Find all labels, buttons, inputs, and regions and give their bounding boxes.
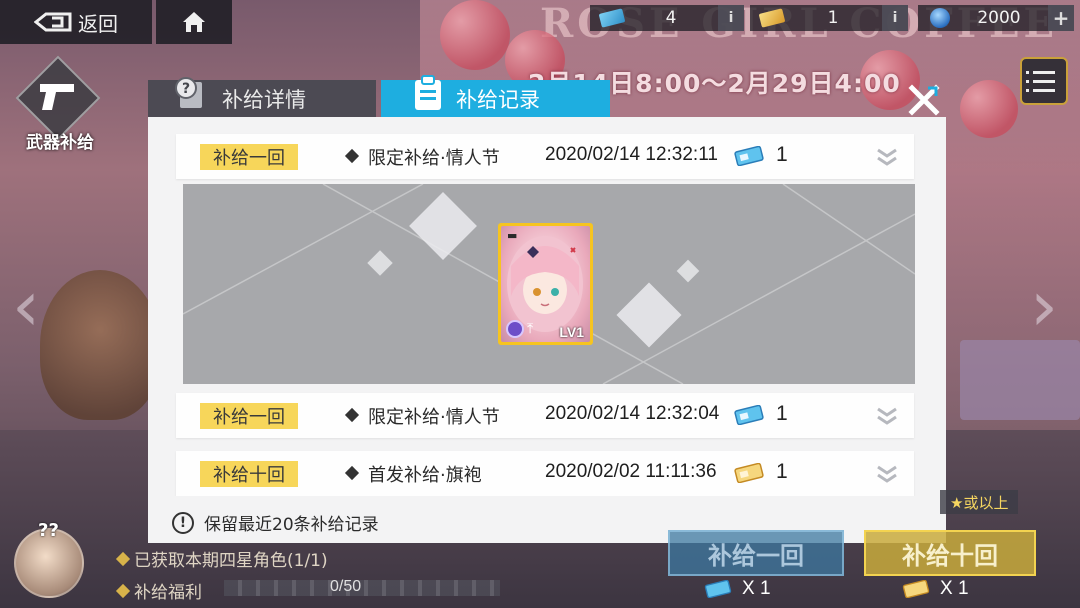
character-portrait: ▬ ⤒ LV1 (501, 226, 590, 342)
pull-ten-cost-text: X 1 (940, 578, 969, 599)
clipboard-icon (415, 75, 441, 110)
gold-ticket-icon (758, 8, 786, 28)
pull-one-cost: X 1 (704, 578, 771, 600)
collapse-chevron-icon[interactable] (876, 146, 898, 168)
pistol-icon (40, 84, 74, 110)
diamond-bullet-icon (344, 465, 360, 481)
resource-crystal: 2000 + (918, 5, 1074, 31)
welfare-progress-text: 0/50 (330, 578, 362, 595)
tab-supply-records-label: 补给记录 (456, 87, 540, 112)
diamond-bullet-icon (344, 407, 360, 423)
welfare-progress-bar (224, 580, 500, 596)
vendor-cart (960, 340, 1080, 420)
reward-character-card[interactable]: ▬ ⤒ LV1 (498, 223, 593, 345)
back-arrow-icon (34, 12, 72, 32)
svg-text:?: ? (182, 81, 190, 97)
resource-blue-ticket: 4 i (590, 5, 744, 31)
blue-ticket-icon (734, 146, 764, 166)
menu-list-icon[interactable] (1020, 57, 1068, 105)
record-pull-badge: 补给十回 (200, 461, 298, 487)
home-icon (183, 12, 205, 32)
back-button[interactable]: 返回 (0, 0, 152, 44)
question-marks-icon: ?? (38, 520, 59, 541)
blue-ticket-icon (598, 8, 626, 28)
diamond-bullet-icon (344, 148, 360, 164)
gold-ticket-icon (734, 463, 764, 483)
pull-one-cost-text: X 1 (742, 578, 771, 599)
weapon-type-icon: ▬ (507, 229, 518, 242)
hud-welfare-line[interactable]: 补给福利 (115, 578, 202, 603)
character-level: LV1 (559, 324, 584, 340)
diamond-bullet-icon (115, 551, 131, 566)
record-pool-type: 限定补给·情人节 (368, 148, 500, 169)
menu-line (1026, 88, 1055, 92)
blue-ticket-info-button[interactable]: i (718, 5, 744, 31)
record-timestamp: 2020/02/02 11:11:36 (545, 461, 717, 482)
record-pull-badge: 补给一回 (200, 144, 298, 170)
prev-arrow-icon[interactable]: ‹ (12, 265, 40, 347)
hud-obtained-line: 已获取本期四星角色(1/1) (115, 546, 328, 571)
menu-line (1026, 79, 1055, 83)
weapon-supply-label: 武器补给 (26, 133, 94, 153)
tab-supply-details-label: 补给详情 (222, 87, 306, 112)
heart-balloon (960, 80, 1018, 138)
gold-ticket-count: 1 (827, 8, 839, 28)
blue-ticket-icon (704, 580, 732, 598)
tab-supply-details[interactable]: ? 补给详情 (148, 77, 376, 117)
record-row[interactable]: 补给一回 限定补给·情人节 2020/02/14 12:32:11 1 (176, 134, 914, 179)
record-row[interactable]: 补给一回 限定补给·情人节 2020/02/14 12:32:04 1 (176, 393, 914, 438)
gold-ticket-icon (902, 580, 930, 598)
exclamation-icon: ! (172, 511, 194, 534)
record-ticket-qty: 1 (776, 143, 788, 166)
back-label: 返回 (78, 11, 118, 36)
gold-ticket-info-button[interactable]: i (882, 5, 908, 31)
diamond-bullet-icon (115, 583, 131, 598)
crystal-icon (930, 8, 950, 28)
question-clipboard-icon: ? (175, 77, 202, 108)
menu-line (1026, 70, 1055, 74)
record-pool-type: 限定补给·情人节 (368, 407, 500, 428)
record-timestamp: 2020/02/14 12:32:04 (545, 403, 720, 424)
blue-ticket-icon (734, 405, 764, 425)
crystal-add-button[interactable]: + (1048, 5, 1074, 31)
tab-supply-records[interactable]: 补给记录 (381, 75, 610, 117)
pull-one-button[interactable]: 补给一回 (668, 530, 844, 576)
upgrade-arrow-icon: ⤒ (527, 321, 534, 337)
next-arrow-icon[interactable]: › (1030, 265, 1058, 347)
record-ticket-qty: 1 (776, 460, 788, 483)
heart-balloon (440, 0, 510, 70)
retention-note-text: 保留最近20条补给记录 (204, 515, 379, 535)
close-icon[interactable] (908, 84, 940, 116)
obtained-four-star-text: 已获取本期四星角色(1/1) (134, 551, 328, 571)
pull-ten-guarantee-tag: ★或以上 (940, 490, 1019, 514)
teddy-bear (40, 270, 160, 420)
expand-chevron-icon[interactable] (876, 463, 898, 485)
pull-ten-button[interactable]: 补给十回 (864, 530, 1036, 576)
record-pull-badge: 补给一回 (200, 403, 298, 429)
supply-welfare-label: 补给福利 (134, 583, 202, 603)
pull-ten-cost: X 1 (902, 578, 969, 600)
blue-ticket-count: 4 (665, 8, 677, 28)
record-pool-type: 首发补给·旗袍 (368, 465, 482, 486)
crystal-count: 2000 (977, 8, 1021, 28)
expand-chevron-icon[interactable] (876, 405, 898, 427)
record-timestamp: 2020/02/14 12:32:11 (545, 144, 718, 165)
record-ticket-qty: 1 (776, 402, 788, 425)
home-button[interactable] (156, 0, 232, 44)
element-icon (506, 320, 524, 338)
resource-gold-ticket: 1 i (750, 5, 908, 31)
record-retention-note: ! 保留最近20条补给记录 (172, 510, 379, 535)
record-row[interactable]: 补给十回 首发补给·旗袍 2020/02/02 11:11:36 1 (176, 451, 914, 496)
